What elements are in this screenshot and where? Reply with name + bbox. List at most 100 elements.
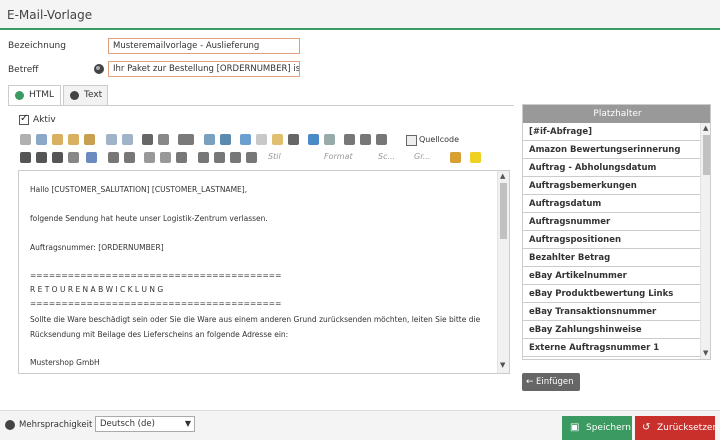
special-char-icon[interactable] bbox=[288, 134, 299, 145]
title-bar: E-Mail-Vorlage bbox=[0, 0, 720, 30]
strikethrough-icon[interactable] bbox=[68, 152, 79, 163]
insert-button-label: Einfügen bbox=[536, 377, 574, 387]
italic-icon[interactable] bbox=[36, 152, 47, 163]
placeholder-item[interactable]: eBay Artikelnummer bbox=[523, 267, 700, 285]
align-left-icon[interactable] bbox=[198, 152, 209, 163]
language-select-value: Deutsch (de) bbox=[100, 419, 155, 429]
find-icon[interactable] bbox=[142, 134, 153, 145]
bezeichnung-label: Bezeichnung bbox=[8, 41, 66, 51]
ltr-icon[interactable] bbox=[344, 134, 355, 145]
scroll-up-icon[interactable]: ▲ bbox=[500, 172, 505, 180]
editor-line: folgende Sendung hat heute unser Logisti… bbox=[30, 214, 268, 223]
align-justify-icon[interactable] bbox=[246, 152, 257, 163]
editor-scrollbar[interactable]: ▲ ▼ bbox=[497, 171, 509, 373]
language-icon[interactable] bbox=[376, 134, 387, 145]
aktiv-checkbox[interactable] bbox=[19, 113, 29, 125]
undo-arrow-icon[interactable] bbox=[20, 134, 31, 145]
placeholder-item[interactable]: Auftragsdatum bbox=[523, 195, 700, 213]
tab-text-label: Text bbox=[84, 90, 103, 100]
placeholder-panel: Platzhalter [#if-Abfrage] Amazon Bewertu… bbox=[522, 104, 711, 360]
flash-icon[interactable] bbox=[220, 134, 231, 145]
undo-icon: ↺ bbox=[642, 422, 651, 433]
editor-scroll-thumb[interactable] bbox=[500, 183, 507, 239]
editor-line: Rücksendung mit Beilage des Lieferschein… bbox=[30, 330, 289, 339]
bullet-list-icon[interactable] bbox=[124, 152, 135, 163]
placeholder-item[interactable]: Bezahlter Betrag bbox=[523, 249, 700, 267]
placeholder-item[interactable]: [#if-Abfrage] bbox=[523, 123, 700, 141]
replace-icon[interactable] bbox=[158, 134, 169, 145]
blockquote-icon[interactable] bbox=[176, 152, 187, 163]
paste-text-icon[interactable] bbox=[84, 134, 95, 145]
source-button[interactable]: Quellcode bbox=[406, 133, 459, 146]
placeholder-item[interactable]: Auftragsnummer bbox=[523, 213, 700, 231]
window-title: E-Mail-Vorlage bbox=[7, 8, 93, 22]
unlink-icon[interactable] bbox=[324, 134, 335, 145]
tab-html[interactable]: HTML bbox=[8, 85, 61, 106]
placeholder-item[interactable]: eBay Produktbewertung Links bbox=[523, 285, 700, 303]
betreff-input[interactable]: Ihr Paket zur Bestellung [ORDERNUMBER] i… bbox=[108, 61, 300, 77]
aktiv-label: Aktiv bbox=[33, 115, 56, 125]
background-color-icon[interactable] bbox=[470, 152, 481, 163]
multilang-label: Mehrsprachigkeit bbox=[19, 420, 93, 430]
style-dropdown[interactable]: Stil bbox=[268, 152, 281, 161]
align-center-icon[interactable] bbox=[214, 152, 225, 163]
reset-button[interactable]: ↺ Zurücksetzen bbox=[635, 416, 718, 440]
globe-icon bbox=[15, 91, 24, 100]
format-dropdown[interactable]: Format bbox=[324, 152, 353, 161]
undo-icon[interactable] bbox=[106, 134, 117, 145]
editor-line: Mustershop GmbH bbox=[30, 358, 100, 367]
placeholder-item[interactable]: Auftragspositionen bbox=[523, 231, 700, 249]
betreff-label: Betreff bbox=[8, 65, 39, 75]
cut-icon[interactable] bbox=[36, 134, 47, 145]
language-select[interactable]: Deutsch (de) ▼ bbox=[95, 416, 195, 432]
paste-icon[interactable] bbox=[68, 134, 79, 145]
tab-text[interactable]: Text bbox=[63, 85, 108, 106]
editor-toolbar-row-2: Stil Format Sc... Gr... bbox=[18, 150, 508, 166]
save-button[interactable]: ▣ Speichern bbox=[562, 416, 632, 440]
image-icon[interactable] bbox=[204, 134, 215, 145]
numbered-list-icon[interactable] bbox=[108, 152, 119, 163]
html-editor[interactable]: Hallo [CUSTOMER_SALUTATION] [CUSTOMER_LA… bbox=[18, 170, 510, 374]
font-dropdown[interactable]: Sc... bbox=[378, 152, 395, 161]
smiley-icon[interactable] bbox=[272, 134, 283, 145]
footer-bar: Mehrsprachigkeit Deutsch (de) ▼ ▣ Speich… bbox=[0, 410, 720, 440]
align-right-icon[interactable] bbox=[230, 152, 241, 163]
outdent-icon[interactable] bbox=[144, 152, 155, 163]
bold-icon[interactable] bbox=[20, 152, 31, 163]
copy-icon[interactable] bbox=[52, 134, 63, 145]
spellcheck-icon[interactable] bbox=[178, 134, 194, 145]
scroll-down-icon[interactable]: ▼ bbox=[703, 349, 708, 357]
indent-icon[interactable] bbox=[160, 152, 171, 163]
placeholder-scroll-thumb[interactable] bbox=[703, 135, 710, 175]
table-icon[interactable] bbox=[240, 134, 251, 145]
scroll-up-icon[interactable]: ▲ bbox=[703, 124, 708, 132]
placeholder-item[interactable]: Auftragsbemerkungen bbox=[523, 177, 700, 195]
placeholder-scrollbar[interactable]: ▲ ▼ bbox=[700, 123, 710, 359]
globe-icon[interactable] bbox=[94, 64, 104, 74]
placeholder-item[interactable]: Externe Auftragsnummer 1 bbox=[523, 339, 700, 357]
arrow-left-icon: ← bbox=[526, 377, 534, 387]
redo-icon[interactable] bbox=[122, 134, 133, 145]
rtl-icon[interactable] bbox=[360, 134, 371, 145]
globe-icon bbox=[5, 420, 15, 430]
placeholder-item[interactable]: eBay Transaktionsnummer bbox=[523, 303, 700, 321]
editor-line: Sollte die Ware beschädigt sein oder Sie… bbox=[30, 315, 481, 324]
text-color-icon[interactable] bbox=[450, 152, 461, 163]
link-icon[interactable] bbox=[308, 134, 319, 145]
editor-line: Hallo [CUSTOMER_SALUTATION] [CUSTOMER_LA… bbox=[30, 185, 248, 194]
placeholder-header: Platzhalter bbox=[523, 105, 710, 123]
editor-toolbar-row-1: Quellcode bbox=[18, 132, 508, 148]
placeholder-item[interactable]: Amazon Bewertungserinnerung bbox=[523, 141, 700, 159]
editor-line: ======================================== bbox=[30, 271, 282, 280]
scroll-down-icon[interactable]: ▼ bbox=[500, 361, 505, 369]
size-dropdown[interactable]: Gr... bbox=[414, 152, 430, 161]
placeholder-item[interactable]: Auftrag - Abholungsdatum bbox=[523, 159, 700, 177]
editor-line: R E T O U R E N A B W I C K L U N G bbox=[30, 285, 164, 294]
placeholder-item[interactable]: eBay Zahlungshinweise bbox=[523, 321, 700, 339]
tab-html-label: HTML bbox=[29, 90, 55, 100]
remove-format-icon[interactable] bbox=[86, 152, 97, 163]
horizontal-line-icon[interactable] bbox=[256, 134, 267, 145]
underline-icon[interactable] bbox=[52, 152, 63, 163]
insert-button[interactable]: ← Einfügen bbox=[522, 373, 580, 391]
bezeichnung-input[interactable]: Musteremailvorlage - Auslieferung bbox=[108, 38, 300, 54]
